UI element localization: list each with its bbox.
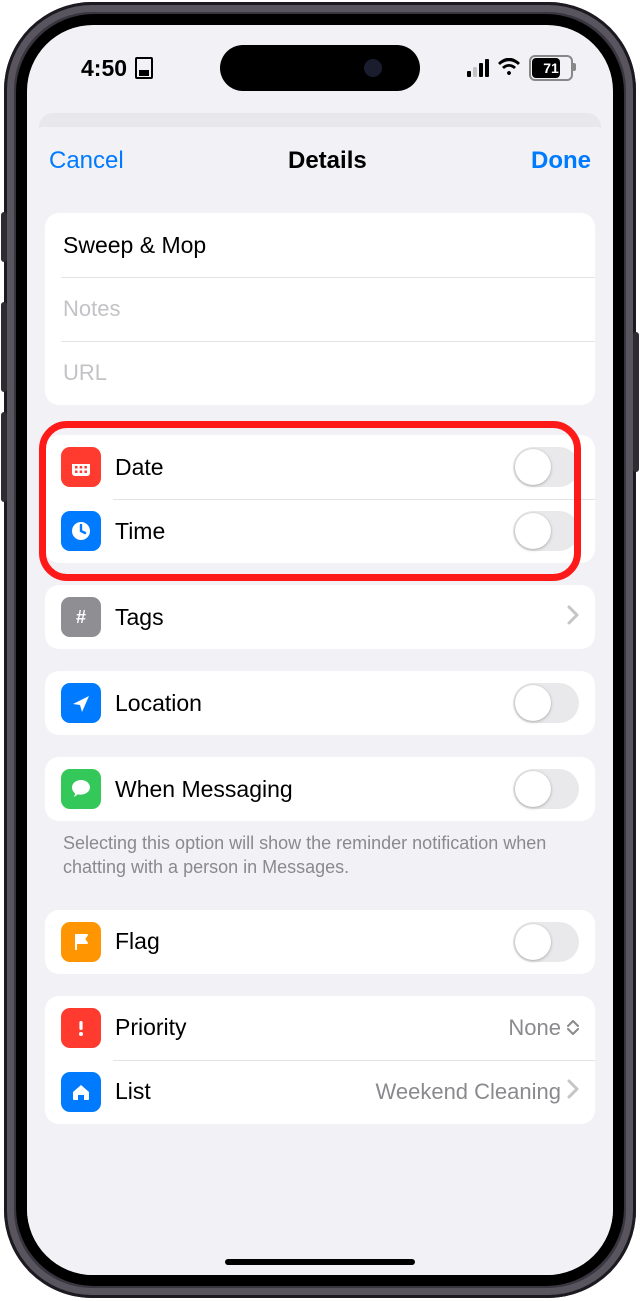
page-title: Details (288, 147, 367, 175)
done-button[interactable]: Done (531, 147, 591, 175)
messaging-label: When Messaging (115, 776, 513, 803)
priority-row[interactable]: Priority None (45, 996, 595, 1060)
clock: 4:50 (81, 55, 127, 82)
volume-up-button (1, 302, 7, 392)
location-label: Location (115, 690, 513, 717)
power-button (633, 332, 639, 472)
list-house-icon (61, 1072, 101, 1112)
messaging-group: When Messaging (45, 757, 595, 821)
chevron-right-icon (567, 1078, 579, 1105)
flag-row[interactable]: Flag (45, 910, 595, 974)
cancel-button[interactable]: Cancel (49, 147, 124, 175)
date-row[interactable]: Date (45, 435, 595, 499)
details-sheet: Cancel Details Done (27, 127, 613, 1275)
flag-toggle[interactable] (513, 922, 579, 962)
focus-icon (135, 57, 153, 79)
priority-list-group: Priority None (45, 996, 595, 1124)
priority-value: None (508, 1015, 561, 1041)
tags-group: # Tags (45, 585, 595, 649)
cellular-icon (467, 59, 489, 77)
date-time-group: Date Time (45, 435, 595, 563)
wifi-icon (497, 55, 521, 82)
exclamation-icon (61, 1008, 101, 1048)
messaging-toggle[interactable] (513, 769, 579, 809)
notes-input[interactable] (61, 295, 579, 323)
clock-icon (61, 511, 101, 551)
time-toggle[interactable] (513, 511, 579, 551)
hash-icon: # (61, 597, 101, 637)
tags-label: Tags (115, 604, 561, 631)
speech-bubble-icon (61, 769, 101, 809)
svg-text:#: # (76, 607, 86, 627)
updown-icon (567, 1019, 579, 1036)
location-row[interactable]: Location (45, 671, 595, 735)
phone-frame: 4:50 71 (4, 2, 636, 1298)
volume-down-button (1, 412, 7, 502)
list-label: List (115, 1078, 376, 1105)
title-group (45, 213, 595, 405)
chevron-right-icon (567, 604, 579, 631)
reminder-title-input[interactable] (61, 231, 579, 260)
location-arrow-icon (61, 683, 101, 723)
messaging-row[interactable]: When Messaging (45, 757, 595, 821)
battery-icon: 71 (529, 55, 573, 81)
tags-row[interactable]: # Tags (45, 585, 595, 649)
screen: 4:50 71 (27, 25, 613, 1275)
location-group: Location (45, 671, 595, 735)
side-button (1, 212, 7, 262)
home-indicator[interactable] (225, 1259, 415, 1265)
status-bar: 4:50 71 (27, 25, 613, 99)
messaging-footnote: Selecting this option will show the remi… (45, 821, 595, 880)
time-label: Time (115, 518, 513, 545)
date-label: Date (115, 454, 513, 481)
flag-label: Flag (115, 928, 513, 955)
flag-icon (61, 922, 101, 962)
list-row[interactable]: List Weekend Cleaning (45, 1060, 595, 1124)
url-input[interactable] (61, 359, 579, 387)
date-toggle[interactable] (513, 447, 579, 487)
calendar-icon (61, 447, 101, 487)
location-toggle[interactable] (513, 683, 579, 723)
navbar: Cancel Details Done (27, 127, 613, 195)
time-row[interactable]: Time (45, 499, 595, 563)
flag-group: Flag (45, 910, 595, 974)
priority-label: Priority (115, 1014, 508, 1041)
list-value: Weekend Cleaning (376, 1079, 562, 1105)
